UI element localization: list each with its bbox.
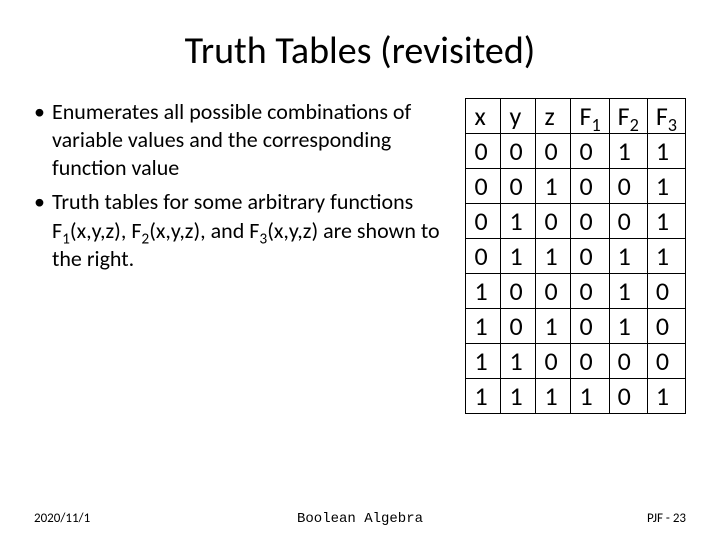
cell: 1 [466, 344, 501, 379]
cell: 1 [466, 309, 501, 344]
cell: 0 [647, 344, 685, 379]
cell: 0 [466, 169, 501, 204]
table-row: 0 1 0 0 0 1 [466, 204, 686, 239]
cell: 0 [501, 309, 536, 344]
cell: 0 [571, 239, 609, 274]
cell: 0 [571, 134, 609, 169]
cell: 1 [571, 379, 609, 414]
cell: 1 [609, 274, 647, 309]
col-z: z [536, 99, 571, 134]
table-row: 0 0 1 0 0 1 [466, 169, 686, 204]
cell: 1 [647, 169, 685, 204]
table-row: 1 1 0 0 0 0 [466, 344, 686, 379]
bullet-text: Truth tables for some arbitrary function… [52, 188, 440, 271]
cell: 0 [536, 274, 571, 309]
bullet-text: Enumerates all possible combinations of … [52, 98, 411, 181]
cell: 0 [571, 204, 609, 239]
cell: 0 [609, 344, 647, 379]
footer-center: Boolean Algebra [0, 511, 720, 527]
cell: 0 [501, 134, 536, 169]
bullet-item: Enumerates all possible combinations of … [34, 98, 455, 182]
cell: 0 [501, 274, 536, 309]
cell: 1 [501, 379, 536, 414]
cell: 1 [647, 239, 685, 274]
cell: 0 [501, 169, 536, 204]
cell: 0 [536, 134, 571, 169]
cell: 0 [466, 204, 501, 239]
cell: 0 [466, 239, 501, 274]
cell: 0 [536, 344, 571, 379]
col-f2: F2 [609, 99, 647, 134]
cell: 1 [501, 344, 536, 379]
cell: 1 [536, 309, 571, 344]
cell: 1 [536, 239, 571, 274]
bullet-list: Enumerates all possible combinations of … [34, 98, 455, 279]
slide: Truth Tables (revisited) Enumerates all … [0, 0, 720, 540]
table-row: 1 1 1 1 0 1 [466, 379, 686, 414]
cell: 0 [647, 274, 685, 309]
cell: 1 [647, 204, 685, 239]
cell: 0 [536, 204, 571, 239]
cell: 0 [571, 309, 609, 344]
cell: 1 [609, 239, 647, 274]
cell: 1 [647, 134, 685, 169]
cell: 1 [609, 309, 647, 344]
cell: 1 [466, 379, 501, 414]
cell: 0 [609, 379, 647, 414]
cell: 0 [466, 134, 501, 169]
table-header-row: x y z F1 F2 F3 [466, 99, 686, 134]
cell: 1 [609, 134, 647, 169]
truth-table-wrap: x y z F1 F2 F3 0 0 0 0 1 [465, 98, 686, 414]
col-y: y [501, 99, 536, 134]
cell: 0 [609, 169, 647, 204]
cell: 1 [647, 379, 685, 414]
cell: 0 [647, 309, 685, 344]
cell: 0 [571, 274, 609, 309]
cell: 1 [536, 379, 571, 414]
slide-footer: 2020/11/1 Boolean Algebra PJF - 23 [0, 511, 720, 526]
col-f1: F1 [571, 99, 609, 134]
cell: 1 [466, 274, 501, 309]
page-title: Truth Tables (revisited) [34, 28, 686, 74]
col-f3: F3 [647, 99, 685, 134]
col-x: x [466, 99, 501, 134]
table-row: 0 1 1 0 1 1 [466, 239, 686, 274]
cell: 0 [609, 204, 647, 239]
cell: 1 [536, 169, 571, 204]
cell: 1 [501, 204, 536, 239]
truth-table: x y z F1 F2 F3 0 0 0 0 1 [465, 98, 686, 414]
cell: 1 [501, 239, 536, 274]
table-row: 1 0 1 0 1 0 [466, 309, 686, 344]
content-row: Enumerates all possible combinations of … [34, 98, 686, 414]
table-row: 1 0 0 0 1 0 [466, 274, 686, 309]
table-row: 0 0 0 0 1 1 [466, 134, 686, 169]
cell: 0 [571, 169, 609, 204]
cell: 0 [571, 344, 609, 379]
table-body: 0 0 0 0 1 1 0 0 1 0 0 1 [466, 134, 686, 414]
bullet-item: Truth tables for some arbitrary function… [34, 188, 455, 272]
